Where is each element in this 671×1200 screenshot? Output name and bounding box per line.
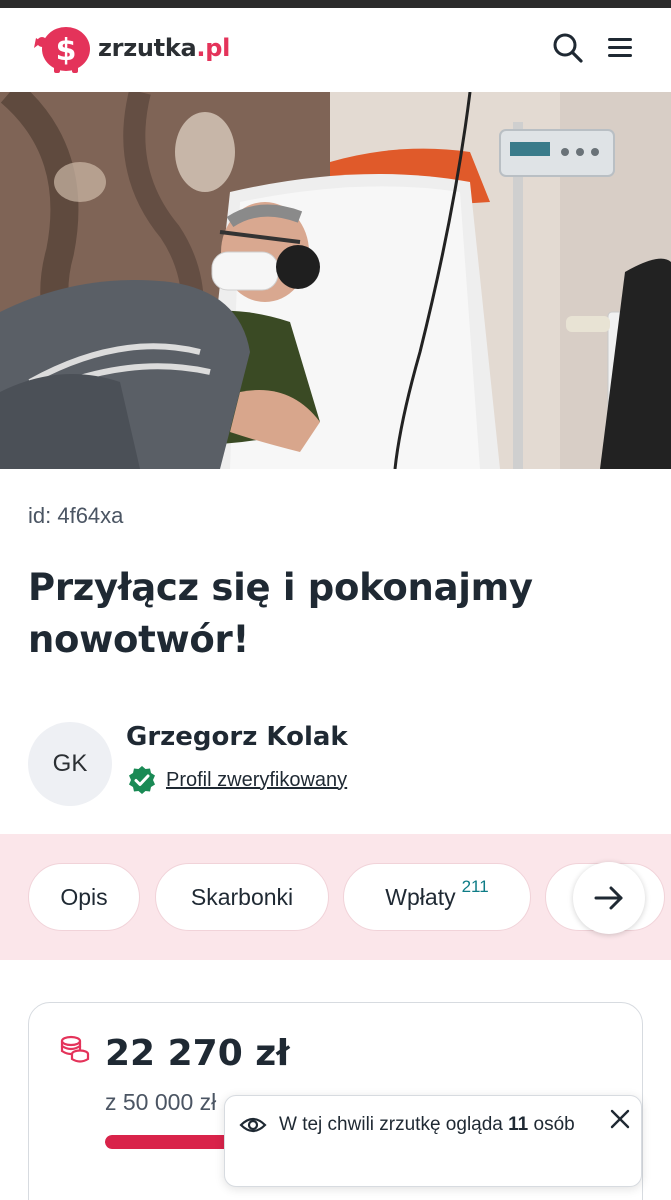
svg-text:$: $ bbox=[56, 33, 77, 68]
payments-count-badge: 211 bbox=[461, 877, 489, 896]
verified-profile: Profil zweryfikowany bbox=[126, 764, 347, 796]
viewers-notification: W tej chwili zrzutkę ogląda 11 osób bbox=[224, 1095, 642, 1187]
arrow-right-icon bbox=[594, 886, 623, 910]
tab-label: Skarbonki bbox=[190, 883, 294, 910]
tab-piggy-banks[interactable]: Skarbonki bbox=[155, 863, 329, 931]
raised-amount: 22 270 zł bbox=[105, 1033, 290, 1074]
tabs-next-button[interactable] bbox=[573, 862, 645, 934]
tab-payments[interactable]: Wpłaty 211 bbox=[343, 863, 531, 931]
viewers-text: W tej chwili zrzutkę ogląda 11 osób bbox=[279, 1114, 575, 1135]
tab-label: Opis bbox=[60, 883, 108, 910]
verified-profile-link[interactable]: Profil zweryfikowany bbox=[166, 769, 347, 792]
viewers-count: 11 bbox=[508, 1114, 529, 1135]
author-avatar[interactable]: GK bbox=[28, 722, 112, 806]
tab-label: Wpłaty bbox=[385, 883, 456, 910]
close-icon bbox=[610, 1109, 630, 1129]
target-amount: z 50 000 zł bbox=[105, 1089, 217, 1115]
site-logo[interactable]: $ zrzutka.pl bbox=[28, 22, 230, 74]
fundraiser-cover-photo bbox=[0, 92, 671, 469]
hamburger-menu-icon bbox=[608, 38, 632, 57]
site-header: $ zrzutka.pl bbox=[0, 8, 671, 92]
search-button[interactable] bbox=[550, 30, 586, 66]
verified-badge-icon bbox=[129, 766, 155, 794]
piggy-bank-logo-icon: $ bbox=[28, 22, 94, 74]
menu-button[interactable] bbox=[603, 30, 639, 66]
eye-icon bbox=[239, 1113, 267, 1142]
fundraiser-id: id: 4f64xa bbox=[28, 503, 124, 528]
status-bar bbox=[0, 0, 671, 8]
tab-description[interactable]: Opis bbox=[28, 863, 140, 931]
page-title: Przyłącz się i pokonajmy nowotwór! bbox=[28, 566, 533, 661]
logo-wordmark: zrzutka.pl bbox=[98, 34, 231, 62]
author-name[interactable]: Grzegorz Kolak bbox=[126, 722, 348, 752]
close-notification-button[interactable] bbox=[607, 1106, 633, 1132]
search-icon bbox=[553, 33, 583, 63]
section-tabs: Opis Skarbonki Wpłaty 211 bbox=[0, 834, 671, 960]
coins-icon bbox=[59, 1033, 91, 1070]
